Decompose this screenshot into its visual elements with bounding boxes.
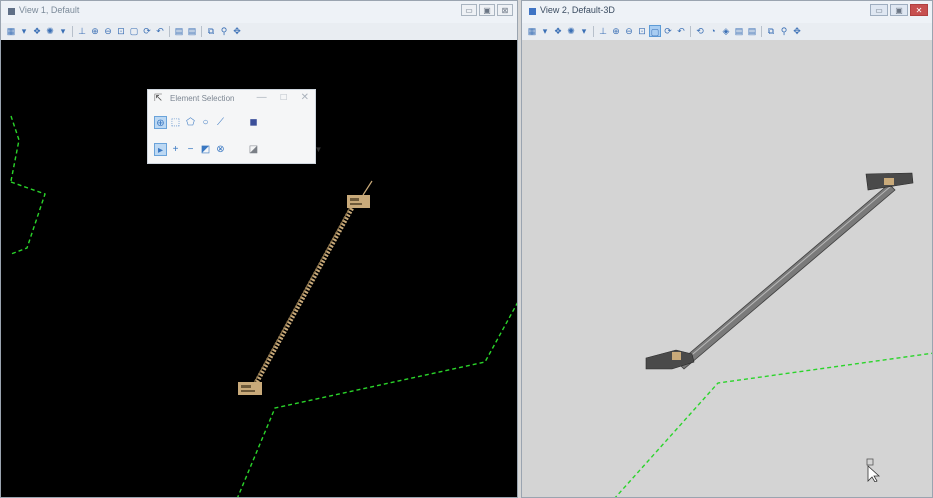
view-icon [8,8,15,15]
leader-line [362,180,373,196]
view-2-drawing [614,172,932,497]
subtract-selection-icon[interactable]: − [184,143,197,156]
display-style-icon[interactable]: ❖ [31,25,43,37]
view-1-toolbar: ▦ ▾ ❖ ✺ ▾ ⊥ ⊕ ⊖ ⊡ ▢ ⟳ ↶ ▤ ▤ ⧉ ⚲ ✥ [1,23,517,39]
pan-icon[interactable]: ✥ [231,25,243,37]
clip-volume-icon[interactable]: ◈ [720,25,732,37]
rotate-view-icon[interactable]: ⟳ [141,25,153,37]
view-2-toolbar: ▦ ▾ ❖ ✺ ▾ ⊥ ⊕ ⊖ ⊡ ▢ ⟳ ↶ ⟲ ◔ ◈ ▤ ▤ ⧉ ⚲ ✥ [522,23,932,39]
selection-arrows-icon: ⇱ [154,93,163,104]
chevron-down-icon[interactable]: ▾ [539,25,551,37]
support-bottom [238,382,262,395]
zoom-out-icon[interactable]: ⊖ [623,25,635,37]
close-button[interactable]: ✕ [301,92,309,103]
update-view-icon[interactable]: ⊥ [597,25,609,37]
undo-view-icon[interactable]: ↶ [675,25,687,37]
display-style-icon[interactable]: ❖ [552,25,564,37]
view-attributes-icon[interactable]: ▦ [526,25,538,37]
view-icon [529,8,536,15]
add-selection-icon[interactable]: + [169,143,182,156]
view-2-window[interactable]: View 2, Default-3D ▭ ▣ ✕ ▦ ▾ ❖ ✺ ▾ ⊥ ⊕ ⊖… [521,0,933,498]
close-button[interactable]: ⊠ [497,4,513,16]
support-top [347,195,370,208]
toolbar-separator [201,25,202,37]
update-view-icon[interactable]: ⊥ [76,25,88,37]
view-previous-icon[interactable]: ⧉ [765,25,777,37]
select-none-icon[interactable]: ◼ [247,116,260,129]
dashed-boundary-line [10,181,46,255]
window-area-icon[interactable]: ⊡ [115,25,127,37]
individual-select-icon[interactable]: ⊕ [154,116,167,129]
minimize-button[interactable]: ▭ [461,4,477,16]
zoom-in-icon[interactable]: ⊕ [89,25,101,37]
new-selection-icon[interactable]: ▸ [154,143,167,156]
dashed-boundary-line [10,115,20,182]
chevron-down-icon[interactable]: ▾ [18,25,30,37]
copy-view-icon[interactable]: ▤ [173,25,185,37]
fit-view-icon[interactable]: ▢ [128,25,140,37]
view-2-title: View 2, Default-3D [540,5,615,15]
undo-view-icon[interactable]: ↶ [154,25,166,37]
beam-body [677,183,896,370]
dashed-boundary-line [614,352,932,497]
element-selection-title: Element Selection [170,94,235,103]
view-1-title: View 1, Default [19,5,80,15]
copy-view-icon[interactable]: ▤ [733,25,745,37]
restore-button[interactable]: ▣ [479,4,495,16]
view-2-titlebar[interactable]: View 2, Default-3D ▭ ▣ ✕ [522,1,932,23]
select-all-icon[interactable]: ◪ [247,143,260,156]
block-select-icon[interactable]: ⬚ [169,116,182,129]
view-attributes-icon[interactable]: ▦ [5,25,17,37]
mouse-cursor-icon [866,458,881,482]
restore-button[interactable]: ▣ [890,4,908,16]
chevron-down-icon[interactable]: ▾ [57,25,69,37]
close-button[interactable]: ✕ [910,4,928,16]
toolbar-separator [593,25,594,37]
element-line-edge [253,201,354,384]
toolbar-separator [690,25,691,37]
beam-highlight [679,185,892,366]
camera-icon[interactable]: ◔ [707,25,719,37]
view-previous-icon[interactable]: ⧉ [205,25,217,37]
element-selection-dialog[interactable]: ⇱ Element Selection — □ ✕ ⊕ ⬚ ⬠ ○ ⟋ ◼ ▸ … [147,89,322,164]
view-1-window[interactable]: View 1, Default ▭ ▣ ⊠ ▦ ▾ ❖ ✺ ▾ ⊥ ⊕ ⊖ ⊡ … [0,0,518,498]
invert-selection-icon[interactable]: ◩ [199,143,212,156]
shape-select-icon[interactable]: ⬠ [184,116,197,129]
lights-icon[interactable]: ✺ [565,25,577,37]
chevron-down-icon[interactable]: ▾ [578,25,590,37]
more-options-arrow[interactable]: ▼ [312,143,325,156]
selection-method-row: ⊕ ⬚ ⬠ ○ ⟋ ◼ [154,114,260,131]
zoom-out-icon[interactable]: ⊖ [102,25,114,37]
pan-icon[interactable]: ✥ [791,25,803,37]
zoom-search-icon[interactable]: ⚲ [218,25,230,37]
selection-mode-row: ▸ + − ◩ ⊗ ◪ ▼ [154,141,325,158]
element-line [253,200,358,385]
lights-icon[interactable]: ✺ [44,25,56,37]
walk-icon[interactable]: ⟲ [694,25,706,37]
window-area-icon[interactable]: ⊡ [636,25,648,37]
view-1-titlebar[interactable]: View 1, Default ▭ ▣ ⊠ [1,1,517,23]
toolbar-separator [761,25,762,37]
rotate-view-icon[interactable]: ⟳ [662,25,674,37]
minimize-button[interactable]: ▭ [870,4,888,16]
clear-selection-icon[interactable]: ⊗ [214,143,227,156]
view-2-canvas[interactable] [522,40,932,497]
toolbar-separator [169,25,170,37]
toolbar-separator [72,25,73,37]
dashed-boundary-line [237,302,517,497]
zoom-search-icon[interactable]: ⚲ [778,25,790,37]
line-select-icon[interactable]: ⟋ [214,116,227,129]
copy-view-icon[interactable]: ▤ [746,25,758,37]
fit-view-icon[interactable]: ▢ [649,25,661,37]
maximize-button[interactable]: □ [281,92,287,103]
copy-view-icon[interactable]: ▤ [186,25,198,37]
zoom-in-icon[interactable]: ⊕ [610,25,622,37]
minimize-button[interactable]: — [257,92,267,103]
circle-select-icon[interactable]: ○ [199,116,212,129]
